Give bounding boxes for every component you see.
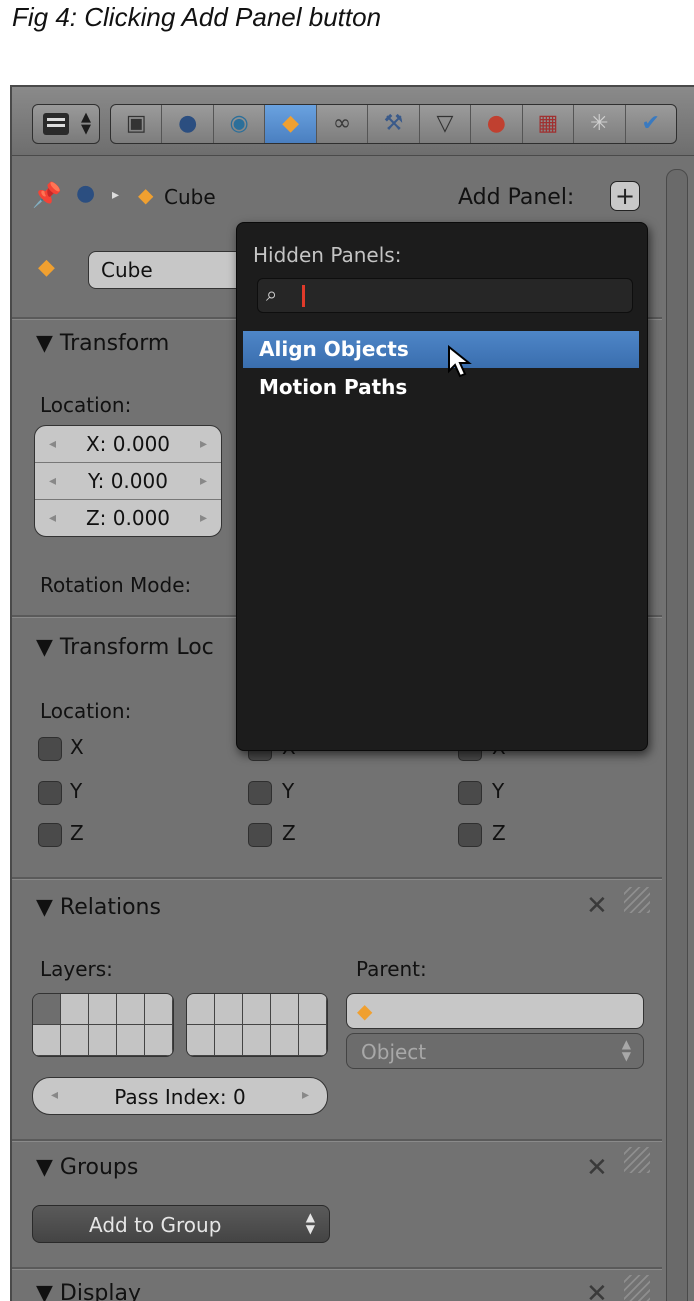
search-icon: ⌕: [266, 282, 278, 306]
menu-item-align-objects[interactable]: Align Objects: [243, 331, 639, 368]
lock-location-y-checkbox[interactable]: [38, 781, 62, 805]
lock-rotation-label-y: Y: [282, 779, 295, 803]
location-label: Location:: [40, 393, 132, 417]
vertical-scrollbar[interactable]: [666, 169, 688, 1301]
relations-title: Relations: [59, 895, 161, 920]
transform-locks-panel-header[interactable]: ▼ Transform Loc: [36, 635, 214, 660]
physics-tab-icon[interactable]: ✔: [626, 105, 676, 143]
location-y-field[interactable]: Y: 0.000: [35, 463, 221, 500]
updown-arrows-icon: ▲ ▼: [621, 1037, 631, 1063]
text-cursor: [302, 285, 305, 307]
lock-label-y: Y: [70, 779, 83, 803]
add-panel-button[interactable]: +: [610, 181, 640, 211]
layers-grid-right[interactable]: [186, 993, 328, 1057]
collapse-triangle-icon: ▼: [36, 895, 53, 920]
collapse-triangle-icon: ▼: [36, 331, 53, 356]
transform-title: Transform: [59, 331, 170, 356]
parent-label: Parent:: [356, 957, 427, 981]
modifiers-wrench-icon[interactable]: ⚒: [368, 105, 420, 143]
breadcrumb-arrow-icon: ▸: [112, 187, 120, 203]
panel-divider: [12, 877, 662, 880]
display-title: Display: [59, 1281, 142, 1301]
collapse-triangle-icon: ▼: [36, 1155, 53, 1180]
object-data-icon: ◆: [38, 255, 55, 280]
parent-type-dropdown[interactable]: Object ▲ ▼: [346, 1033, 644, 1069]
increment-arrow-icon[interactable]: ▸: [302, 1087, 309, 1103]
lock-rotation-y-checkbox[interactable]: [248, 781, 272, 805]
hidden-panels-popup: Hidden Panels: ⌕ Align Objects Motion Pa…: [236, 222, 648, 751]
panel-divider: [12, 1267, 662, 1270]
properties-editor-icon: [43, 113, 69, 135]
locks-location-label: Location:: [40, 699, 132, 723]
context-tabs: ▣ ● ◉ ◆ ∞ ⚒ ▽ ● ▦ ✳ ✔: [110, 104, 677, 144]
relations-drag-handle[interactable]: [624, 887, 650, 913]
groups-close-icon[interactable]: ✕: [586, 1153, 608, 1183]
lock-scale-z-checkbox[interactable]: [458, 823, 482, 847]
groups-drag-handle[interactable]: [624, 1147, 650, 1173]
parent-type-value: Object: [361, 1040, 427, 1064]
constraints-tab-icon[interactable]: ∞: [317, 105, 369, 143]
mesh-data-icon[interactable]: ▽: [420, 105, 472, 143]
lock-label-x: X: [70, 735, 84, 759]
lock-label-z: Z: [70, 821, 84, 845]
groups-title: Groups: [59, 1155, 139, 1180]
lock-scale-y-checkbox[interactable]: [458, 781, 482, 805]
display-drag-handle[interactable]: [624, 1275, 650, 1301]
groups-panel-header[interactable]: ▼ Groups: [36, 1155, 138, 1180]
particles-tab-icon[interactable]: ✳: [574, 105, 626, 143]
lock-rotation-z-checkbox[interactable]: [248, 823, 272, 847]
lock-scale-label-z: Z: [492, 821, 506, 845]
updown-arrows-icon: ▲ ▼: [81, 110, 91, 137]
lock-location-z-checkbox[interactable]: [38, 823, 62, 847]
add-panel-label: Add Panel:: [458, 185, 575, 210]
display-close-icon[interactable]: ✕: [586, 1279, 608, 1301]
collapse-triangle-icon: ▼: [36, 635, 53, 660]
rotation-mode-label: Rotation Mode:: [40, 573, 192, 597]
lock-rotation-label-z: Z: [282, 821, 296, 845]
editor-header: ▲ ▼ ▣ ● ◉ ◆ ∞ ⚒ ▽ ● ▦ ✳ ✔: [12, 87, 694, 156]
layers-grid-left[interactable]: [32, 993, 174, 1057]
mouse-pointer-icon: [448, 345, 472, 378]
add-to-group-button[interactable]: Add to Group ▲ ▼: [32, 1205, 330, 1243]
relations-panel-header[interactable]: ▼ Relations: [36, 895, 161, 920]
cube-object-icon: ◆: [138, 183, 154, 207]
hidden-panels-title: Hidden Panels:: [253, 243, 402, 267]
layers-label: Layers:: [40, 957, 113, 981]
render-tab-camera-icon[interactable]: ▣: [111, 105, 163, 143]
transform-locks-title: Transform Loc: [59, 635, 214, 660]
scene-icon: ●: [76, 181, 96, 206]
transform-panel-header[interactable]: ▼ Transform: [36, 331, 169, 356]
collapse-triangle-icon: ▼: [36, 1281, 53, 1301]
breadcrumb-object-name: Cube: [164, 185, 216, 209]
updown-arrows-icon: ▲ ▼: [305, 1210, 315, 1236]
material-tab-icon[interactable]: ●: [471, 105, 523, 143]
render-layers-tab-icon[interactable]: ●: [162, 105, 214, 143]
location-vector: X: 0.000 Y: 0.000 Z: 0.000: [34, 425, 222, 537]
menu-item-motion-paths[interactable]: Motion Paths: [243, 369, 639, 406]
location-z-field[interactable]: Z: 0.000: [35, 500, 221, 536]
object-tab-icon[interactable]: ◆: [265, 105, 317, 143]
lock-location-x-checkbox[interactable]: [38, 737, 62, 761]
panel-divider: [12, 1139, 662, 1142]
relations-close-icon[interactable]: ✕: [586, 891, 608, 921]
pass-index-value: Pass Index: 0: [114, 1085, 246, 1109]
properties-editor: ▲ ▼ ▣ ● ◉ ◆ ∞ ⚒ ▽ ● ▦ ✳ ✔ 📌 ● ▸ ◆ Cube Ad…: [10, 85, 694, 1301]
lock-scale-label-y: Y: [492, 779, 505, 803]
hidden-panels-search-input[interactable]: ⌕: [257, 278, 633, 313]
pin-icon[interactable]: 📌: [32, 181, 62, 209]
object-name-value: Cube: [101, 258, 153, 282]
parent-object-icon: ◆: [357, 999, 373, 1023]
figure-caption: Fig 4: Clicking Add Panel button: [12, 2, 382, 32]
texture-tab-icon[interactable]: ▦: [523, 105, 575, 143]
location-x-field[interactable]: X: 0.000: [35, 426, 221, 463]
pass-index-field[interactable]: ◂ Pass Index: 0 ▸: [32, 1077, 328, 1115]
world-tab-icon[interactable]: ◉: [214, 105, 266, 143]
parent-object-field[interactable]: ◆: [346, 993, 644, 1029]
add-to-group-label: Add to Group: [89, 1213, 222, 1237]
editor-type-menu[interactable]: ▲ ▼: [32, 104, 100, 144]
display-panel-header[interactable]: ▼ Display: [36, 1281, 141, 1301]
